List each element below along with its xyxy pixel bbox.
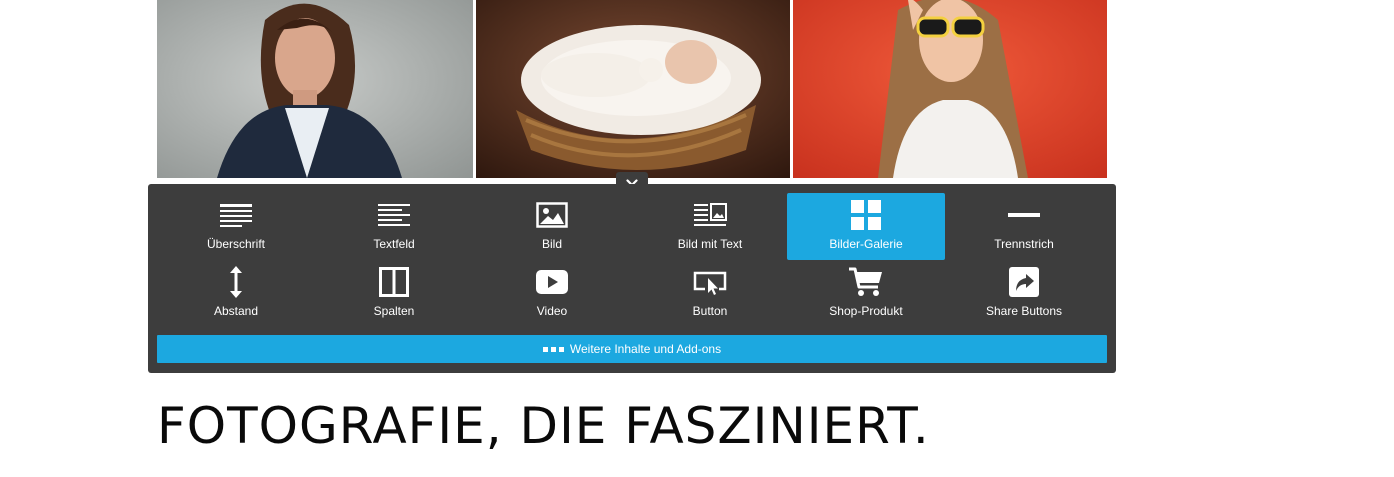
gallery-photo-sunglasses[interactable]	[793, 0, 1107, 178]
video-icon	[473, 265, 631, 299]
image-text-icon	[631, 198, 789, 232]
page-heading: FOTOGRAFIE, DIE FASZINIERT.	[157, 397, 930, 455]
content-type-share-buttons[interactable]: Share Buttons	[945, 260, 1103, 327]
button-icon	[631, 265, 789, 299]
content-type-label: Button	[692, 304, 728, 318]
content-type-divider[interactable]: Trennstrich	[945, 193, 1103, 260]
content-type-image-with-text[interactable]: Bild mit Text	[631, 193, 789, 260]
portrait-photo-image	[157, 0, 473, 178]
divider-icon	[945, 198, 1103, 232]
gallery-photo-newborn[interactable]	[476, 0, 790, 178]
heading-icon	[157, 198, 315, 232]
sunglasses-photo-image	[793, 0, 1107, 178]
content-type-label: Shop-Produkt	[829, 304, 903, 318]
content-type-spacing[interactable]: Abstand	[157, 260, 315, 327]
content-type-heading[interactable]: Überschrift	[157, 193, 315, 260]
content-type-label: Bilder-Galerie	[829, 237, 903, 251]
content-type-label: Textfeld	[373, 237, 415, 251]
content-type-gallery[interactable]: Bilder-Galerie	[787, 193, 945, 260]
more-dots-icon	[542, 346, 564, 352]
content-type-label: Bild mit Text	[677, 237, 743, 251]
add-content-panel: Überschrift Textfeld Bild Bild mit Text …	[148, 184, 1116, 373]
content-type-label: Share Buttons	[985, 304, 1063, 318]
spacing-icon	[157, 265, 315, 299]
gallery-icon	[787, 198, 945, 232]
image-icon	[473, 198, 631, 232]
more-content-addons-button[interactable]: Weitere Inhalte und Add-ons	[157, 335, 1107, 363]
content-type-shop-product[interactable]: Shop-Produkt	[787, 260, 945, 327]
content-type-button[interactable]: Button	[631, 260, 789, 327]
content-type-columns[interactable]: Spalten	[315, 260, 473, 327]
more-content-label: Weitere Inhalte und Add-ons	[569, 342, 722, 356]
content-type-textfield[interactable]: Textfeld	[315, 193, 473, 260]
share-icon	[945, 265, 1103, 299]
newborn-photo-image	[476, 0, 790, 178]
content-type-label: Überschrift	[206, 237, 265, 251]
content-type-label: Abstand	[213, 304, 259, 318]
cart-icon	[787, 265, 945, 299]
gallery-photo-portrait[interactable]	[157, 0, 473, 178]
textfield-icon	[315, 198, 473, 232]
content-type-label: Spalten	[373, 304, 415, 318]
content-type-image[interactable]: Bild	[473, 193, 631, 260]
editor-stage: Überschrift Textfeld Bild Bild mit Text …	[0, 0, 1394, 477]
content-type-label: Video	[536, 304, 568, 318]
content-type-label: Trennstrich	[994, 237, 1054, 251]
content-type-video[interactable]: Video	[473, 260, 631, 327]
columns-icon	[315, 265, 473, 299]
content-type-label: Bild	[541, 237, 562, 251]
